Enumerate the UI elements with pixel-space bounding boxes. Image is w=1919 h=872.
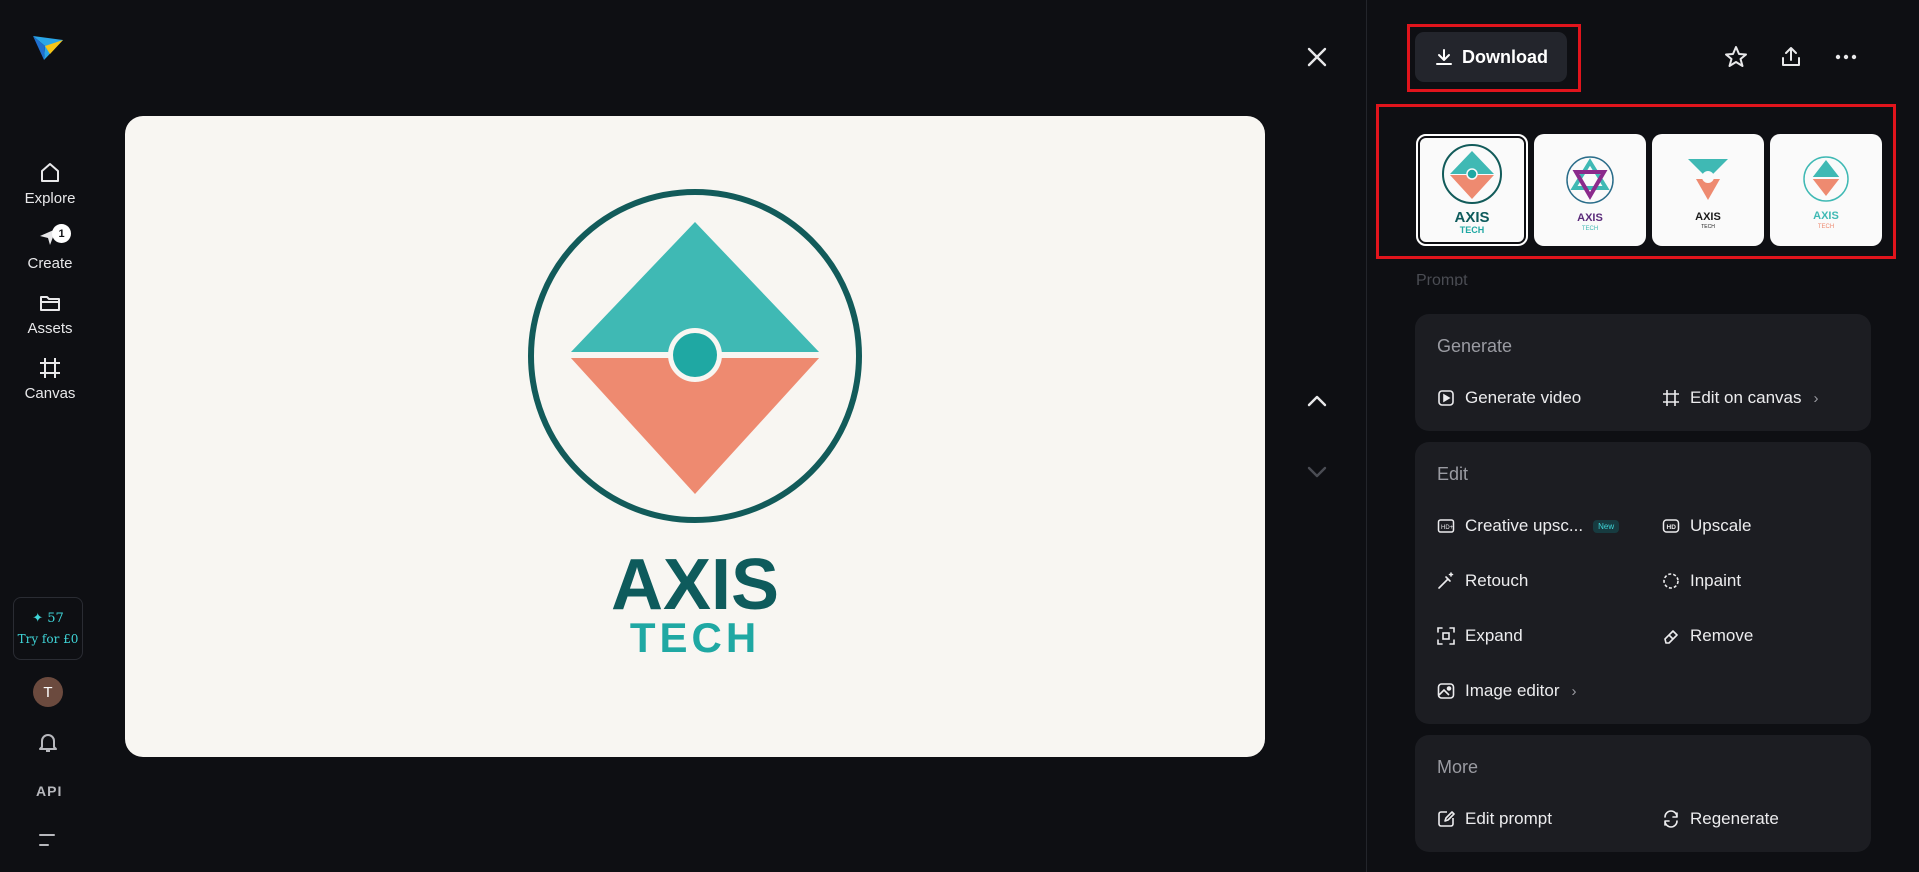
upscale-label: Upscale [1690,516,1752,535]
app-logo-icon[interactable] [30,30,66,62]
upscale-button[interactable]: HD Upscale [1662,516,1751,536]
eraser-icon [1664,630,1678,644]
try-free-link[interactable]: Try for £0 [18,632,79,646]
inpaint-label: Inpaint [1690,571,1742,590]
more-section: More Edit prompt Regenerate [1415,735,1871,852]
thumbnail-4[interactable]: AXIS TECH [1770,134,1882,246]
avatar[interactable]: T [33,677,63,707]
axis-tech-logo: AXIS TECH [528,189,862,661]
canvas-icon [40,358,60,378]
thumbnail-3[interactable]: AXIS TECH [1652,134,1764,246]
edit-on-canvas-button[interactable]: Edit on canvas › [1662,388,1819,408]
image-editor-icon [1437,683,1455,699]
thumbnail-1-logo: AXIS TECH [1442,144,1502,235]
thumbnail-4-sub: TECH [1818,224,1834,230]
panel-divider [1366,0,1367,872]
left-nav: Explore 1 Create Assets Canvas ✦ 57 Try … [0,0,100,872]
close-icon[interactable] [1304,44,1330,70]
thumbnail-2-main: AXIS [1577,212,1603,224]
inpaint-button[interactable]: Inpaint [1662,571,1741,591]
expand-label: Expand [1465,626,1523,645]
star-icon[interactable] [1723,44,1749,70]
thumbnail-1[interactable]: AXIS TECH [1416,134,1528,246]
hd-icon: HD [1662,519,1680,533]
expand-icon [1437,627,1455,645]
credits-count: ✦ 57 [32,611,64,626]
thumbnail-2-logo: AXIS TECH [1566,156,1614,232]
retouch-label: Retouch [1465,571,1529,590]
chevron-down-icon[interactable] [1304,459,1330,485]
chevron-up-icon[interactable] [1304,388,1330,414]
home-icon [41,163,59,182]
image-brand-main: AXIS [611,545,779,625]
edit-on-canvas-label: Edit on canvas [1690,388,1802,407]
new-badge: New [1593,519,1620,533]
download-label: Download [1462,46,1548,67]
svg-text:HD: HD [1667,524,1677,531]
thumbnail-1-sub: TECH [1460,225,1485,235]
image-editor-button[interactable]: Image editor › [1437,681,1577,701]
chevron-right-icon: › [1571,682,1577,700]
creative-upscale-button[interactable]: HD+ Creative upsc... New [1437,516,1620,536]
thumbnail-3-main: AXIS [1695,211,1721,223]
nav-canvas-label: Canvas [24,385,76,402]
magic-wand-icon [1438,572,1454,589]
thumbnail-4-logo: AXIS TECH [1803,156,1849,230]
creative-upscale-label: Creative upsc... [1465,516,1584,535]
thumbnail-3-sub: TECH [1701,224,1715,230]
generate-title: Generate [1437,336,1513,356]
chevron-right-icon: › [1813,389,1819,407]
nav-assets[interactable]: Assets [0,291,100,337]
prompt-heading: Prompt [1416,272,1468,286]
menu-icon[interactable] [38,832,58,848]
svg-text:HD+: HD+ [1441,525,1454,531]
download-icon [1436,49,1452,65]
hd-plus-icon: HD+ [1437,519,1455,533]
credits-box[interactable]: ✦ 57 Try for £0 [13,597,83,660]
edit-section: Edit HD+ Creative upsc... New HD Upscale… [1415,442,1871,724]
remove-label: Remove [1690,626,1754,645]
image-editor-label: Image editor [1465,681,1560,700]
bell-icon[interactable] [36,730,60,754]
generate-video-label: Generate video [1465,388,1582,407]
generate-section: Generate Generate video Edit on canvas › [1415,314,1871,431]
nav-create-label: Create [27,255,73,272]
more-options-icon[interactable] [1833,44,1859,70]
nav-assets-label: Assets [27,320,73,337]
thumbnail-1-main: AXIS [1454,209,1489,226]
expand-button[interactable]: Expand [1437,626,1523,646]
edit-title: Edit [1437,464,1469,484]
edit-prompt-button[interactable]: Edit prompt [1437,809,1552,829]
api-link[interactable]: API [36,783,62,799]
folder-icon [40,296,60,311]
canvas-icon [1663,390,1679,406]
thumbnail-2-sub: TECH [1582,226,1598,232]
video-icon [1438,390,1454,406]
nav-explore-label: Explore [24,190,76,207]
thumbnail-4-main: AXIS [1813,210,1839,222]
regenerate-button[interactable]: Regenerate [1662,809,1779,829]
create-badge: 1 [52,224,71,243]
nav-explore[interactable]: Explore [0,161,100,207]
download-button[interactable]: Download [1415,32,1567,82]
thumbnail-3-logo: AXIS TECH [1688,159,1728,230]
regenerate-label: Regenerate [1690,809,1779,828]
more-title: More [1437,757,1479,777]
generated-image: AXIS TECH [125,116,1265,757]
edit-prompt-icon [1438,811,1455,827]
app-root: Explore 1 Create Assets Canvas ✦ 57 Try … [0,0,1919,872]
retouch-button[interactable]: Retouch [1437,571,1528,591]
remove-button[interactable]: Remove [1662,626,1753,646]
nav-canvas[interactable]: Canvas [0,356,100,402]
generate-video-button[interactable]: Generate video [1437,388,1581,408]
thumbnail-2[interactable]: AXIS TECH [1534,134,1646,246]
inpaint-icon [1663,573,1679,589]
edit-prompt-label: Edit prompt [1465,809,1552,828]
image-brand-sub: TECH [630,614,760,661]
nav-create[interactable]: 1 Create [0,224,100,272]
regenerate-icon [1664,810,1678,828]
share-icon[interactable] [1778,44,1804,70]
